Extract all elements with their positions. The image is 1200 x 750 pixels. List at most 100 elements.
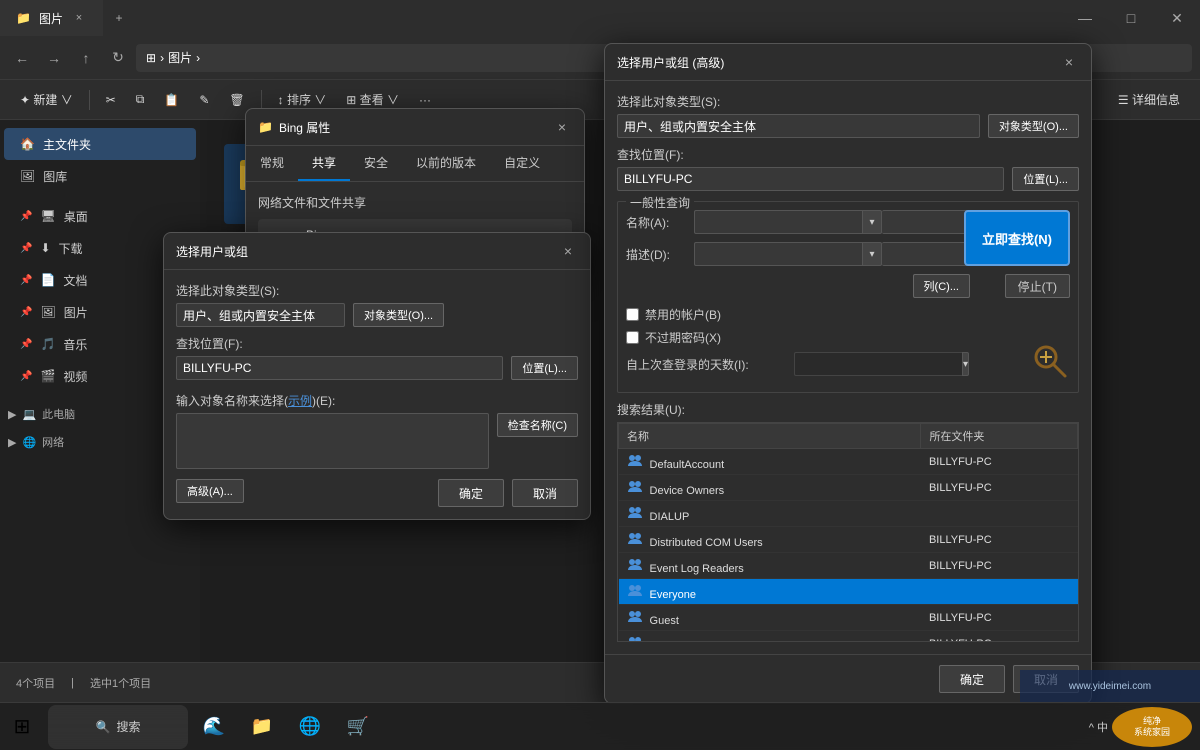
back-btn[interactable]: ← <box>8 44 36 72</box>
rename-btn[interactable]: ✎ <box>191 89 217 111</box>
explorer-tab[interactable]: 📁 图片 × <box>0 0 103 36</box>
table-row[interactable]: Event Log Readers BILLYFU-PC <box>619 553 1078 579</box>
result-icon <box>627 530 643 549</box>
pin-icon3: 📌 <box>20 275 32 286</box>
table-row[interactable]: Everyone <box>619 579 1078 605</box>
table-row[interactable]: Distributed COM Users BILLYFU-PC <box>619 527 1078 553</box>
no-expire-pwd-checkbox[interactable] <box>626 331 639 344</box>
location-row-wrapper: 查找位置(F): 位置(L)... <box>176 335 578 380</box>
result-icon <box>627 608 643 627</box>
new-tab-btn[interactable]: + <box>103 0 135 36</box>
explorer-taskbar-btn[interactable]: 📁 <box>240 705 284 749</box>
pc-icon: 💻 <box>22 408 36 421</box>
general-query-title: 一般性查询 <box>626 194 694 211</box>
result-location-cell: BILLYFU-PC <box>921 475 1078 501</box>
search-taskbar-btn[interactable]: 🔍 搜索 <box>48 705 188 749</box>
details-btn[interactable]: ☰ 详细信息 <box>1110 87 1188 112</box>
select-user-close-btn[interactable]: × <box>558 241 578 261</box>
days-combo-arrow[interactable]: ▾ <box>962 352 969 376</box>
general-query-section: 一般性查询 名称(A): ▾ 立即查找(N) 描述(D): <box>617 201 1079 393</box>
input-label-text: 输入对象名称来选择( <box>176 394 288 408</box>
sidebar-item-desktop[interactable]: 📌 🖥 桌面 <box>4 200 196 232</box>
adv-location-btn[interactable]: 位置(L)... <box>1012 167 1079 191</box>
breadcrumb-sep1: › <box>160 51 164 65</box>
bing-props-close-btn[interactable]: × <box>552 117 572 137</box>
tab-customize[interactable]: 自定义 <box>490 146 554 181</box>
tab-security[interactable]: 安全 <box>350 146 402 181</box>
input-check-row: 检查名称(C) <box>176 413 578 469</box>
bing-props-tabs: 常规 共享 安全 以前的版本 自定义 <box>246 146 584 182</box>
adv-object-type-btn[interactable]: 对象类型(O)... <box>988 114 1079 138</box>
input-label-text2: )(E): <box>312 394 335 408</box>
results-table: 名称 所在文件夹 DefaultAccount BILLYFU-PC <box>618 423 1078 642</box>
adv-location-input[interactable] <box>617 167 1004 191</box>
sidebar-item-home[interactable]: 🏠 主文件夹 <box>4 128 196 160</box>
sidebar-downloads-label: 下载 <box>59 240 83 257</box>
select-user-footer: 高级(A)... 确定 取消 <box>176 469 578 507</box>
edge-btn[interactable]: 🌐 <box>288 705 332 749</box>
object-type-btn[interactable]: 对象类型(O)... <box>353 303 444 327</box>
up-btn[interactable]: ↑ <box>72 44 100 72</box>
results-tbody: DefaultAccount BILLYFU-PC Device Owners … <box>619 449 1078 643</box>
sidebar-item-gallery[interactable]: 🖼 图库 <box>4 160 196 192</box>
object-name-input[interactable] <box>176 413 489 469</box>
advanced-btn[interactable]: 高级(A)... <box>176 479 244 503</box>
delete-btn[interactable]: 🗑 <box>221 89 252 111</box>
result-icon <box>627 504 643 523</box>
tab-general[interactable]: 常规 <box>246 146 298 181</box>
disabled-accounts-checkbox[interactable] <box>626 308 639 321</box>
copy-btn[interactable]: ⧉ <box>128 88 153 111</box>
select-user-ok-btn[interactable]: 确定 <box>438 479 504 507</box>
location-input[interactable] <box>176 356 503 380</box>
select-user-dialog: 选择用户或组 × 选择此对象类型(S): 对象类型(O)... 查找位置(F):… <box>163 232 591 520</box>
music-icon: 🎵 <box>40 337 55 351</box>
location-btn[interactable]: 位置(L)... <box>511 356 578 380</box>
adv-name-combo-input[interactable] <box>694 210 862 234</box>
table-row[interactable]: DefaultAccount BILLYFU-PC <box>619 449 1078 475</box>
maximize-btn[interactable]: □ <box>1108 0 1154 36</box>
object-type-input[interactable] <box>176 303 345 327</box>
list-columns-btn[interactable]: 列(C)... <box>913 274 970 298</box>
days-input[interactable] <box>794 352 962 376</box>
example-link[interactable]: 示例 <box>288 394 312 408</box>
start-btn[interactable]: ⊞ <box>0 705 44 749</box>
results-scroll[interactable]: 名称 所在文件夹 DefaultAccount BILLYFU-PC <box>617 422 1079 642</box>
pin-icon6: 📌 <box>20 371 32 382</box>
cut-btn[interactable]: ✂ <box>98 89 124 111</box>
check-names-btn[interactable]: 检查名称(C) <box>497 413 578 437</box>
bing-props-title-bar: 📁 Bing 属性 × <box>246 109 584 146</box>
paste-btn[interactable]: 📋 <box>156 89 187 111</box>
days-label: 自上次查登录的天数(I): <box>626 356 786 373</box>
table-row[interactable]: Guest BILLYFU-PC <box>619 605 1078 631</box>
result-location-cell <box>921 579 1078 605</box>
advanced-dialog-close-btn[interactable]: × <box>1059 52 1079 72</box>
table-row[interactable]: Device Owners BILLYFU-PC <box>619 475 1078 501</box>
adv-object-type-input[interactable] <box>617 114 980 138</box>
new-btn[interactable]: ✦ 新建 ∨ <box>12 87 81 112</box>
tab-close-btn[interactable]: × <box>71 10 87 26</box>
bing-props-title: 📁 Bing 属性 <box>258 119 330 136</box>
minimize-btn[interactable]: — <box>1062 0 1108 36</box>
forward-btn[interactable]: → <box>40 44 68 72</box>
search-results-section: 搜索结果(U): 名称 所在文件夹 DefaultAccount <box>617 401 1079 642</box>
tab-share[interactable]: 共享 <box>298 146 350 181</box>
refresh-btn[interactable]: ↻ <box>104 44 132 72</box>
select-user-cancel-btn[interactable]: 取消 <box>512 479 578 507</box>
find-now-btn[interactable]: 立即查找(N) <box>964 210 1070 266</box>
adv-name-label: 名称(A): <box>626 214 686 231</box>
advanced-ok-btn[interactable]: 确定 <box>939 665 1005 693</box>
adv-desc-combo-arrow[interactable]: ▾ <box>862 242 882 266</box>
store-btn[interactable]: 🛒 <box>336 705 380 749</box>
tab-prev-version[interactable]: 以前的版本 <box>402 146 490 181</box>
taskview-btn[interactable]: 🌊 <box>192 705 236 749</box>
taskbar: ⊞ 🔍 搜索 🌊 📁 🌐 🛒 ^ 中 纯净系统家园 <box>0 702 1200 750</box>
adv-desc-combo-input[interactable] <box>694 242 862 266</box>
breadcrumb-path-text: 图片 <box>168 49 192 66</box>
result-name-cell: Distributed COM Users <box>619 527 921 553</box>
table-row[interactable]: Guests BILLYFU-PC <box>619 631 1078 643</box>
table-row[interactable]: DIALUP <box>619 501 1078 527</box>
stop-btn[interactable]: 停止(T) <box>1005 274 1070 298</box>
adv-name-combo-arrow[interactable]: ▾ <box>862 210 882 234</box>
close-btn[interactable]: ✕ <box>1154 0 1200 36</box>
breadcrumb-sep2: › <box>196 51 200 65</box>
